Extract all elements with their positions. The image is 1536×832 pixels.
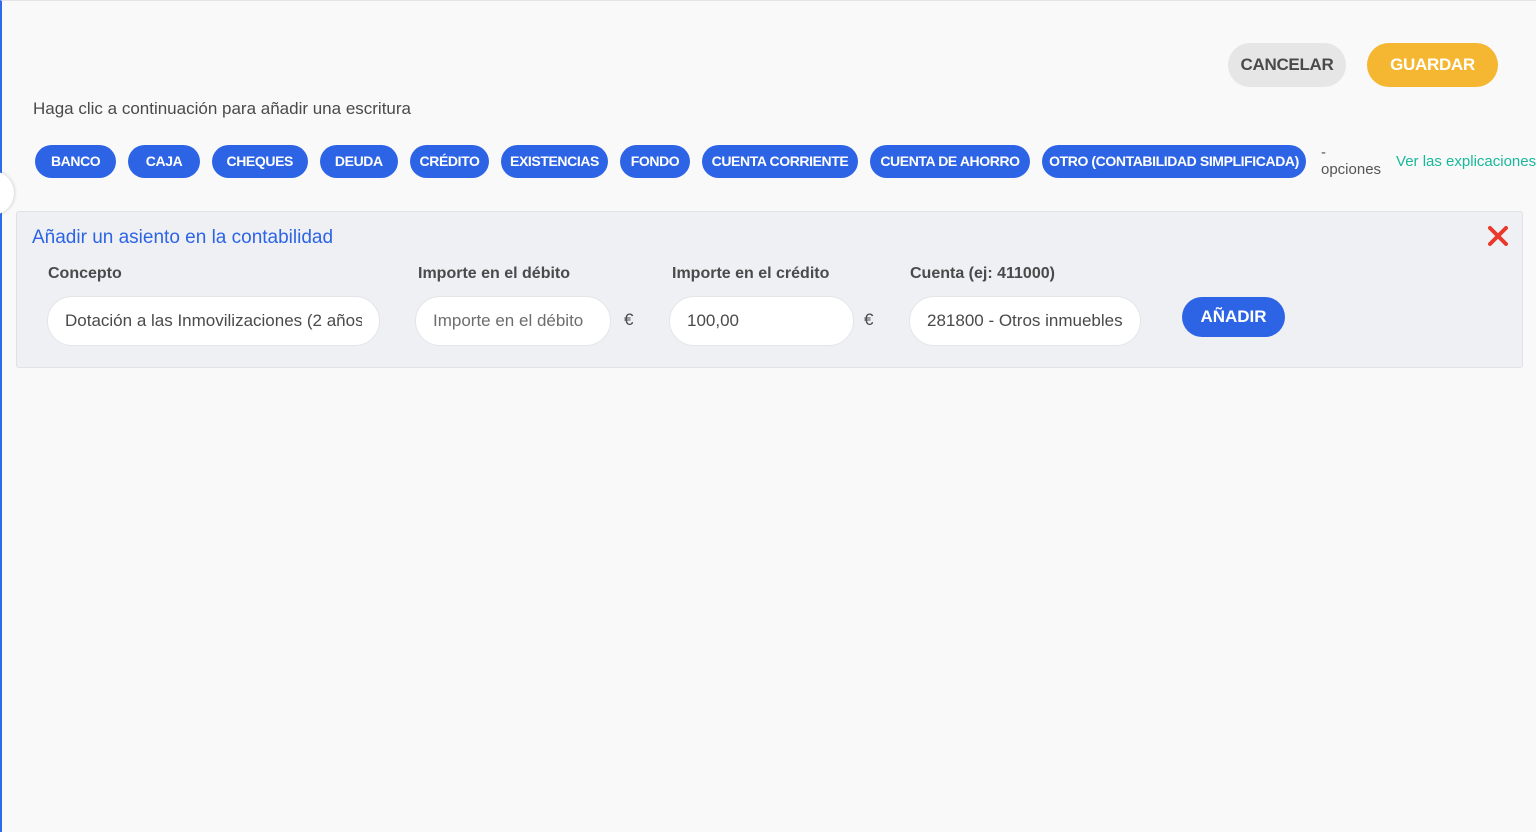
chip-banco[interactable]: BANCO (35, 144, 117, 178)
chip-credito[interactable]: CRÉDITO (410, 144, 489, 178)
concept-input[interactable] (47, 296, 380, 346)
entry-form-panel: Añadir un asiento en la contabilidad Con… (16, 211, 1523, 368)
account-label: Cuenta (ej: 411000) (910, 265, 1055, 282)
add-entry-button[interactable]: AÑADIR (1182, 297, 1285, 337)
entry-form-title: Añadir un asiento en la contabilidad (32, 227, 334, 248)
chip-otro[interactable]: OTRO (CONTABILIDAD SIMPLIFICADA) (1042, 144, 1306, 178)
side-panel-toggle[interactable] (0, 171, 14, 215)
chip-cuenta-corriente[interactable]: CUENTA CORRIENTE (702, 144, 858, 178)
save-button[interactable]: GUARDAR (1367, 43, 1498, 87)
top-actions: CANCELAR GUARDAR (1228, 43, 1498, 87)
close-icon[interactable] (1486, 224, 1510, 248)
explanations-link[interactable]: Ver las explicaciones (1396, 153, 1536, 170)
credit-currency: € (864, 310, 874, 329)
credit-label: Importe en el crédito (672, 265, 830, 282)
chip-existencias[interactable]: EXISTENCIAS (501, 144, 608, 178)
account-input[interactable] (909, 296, 1141, 346)
concept-label: Concepto (48, 265, 122, 282)
credit-input[interactable] (669, 296, 854, 346)
journal-type-chips: BANCO CAJA CHEQUES DEUDA CRÉDITO EXISTEN… (35, 144, 1536, 178)
debit-currency: € (624, 310, 634, 329)
page: CANCELAR GUARDAR Haga clic a continuació… (0, 0, 1536, 832)
chip-caja[interactable]: CAJA (128, 144, 200, 178)
debit-label: Importe en el débito (418, 265, 571, 282)
cancel-button[interactable]: CANCELAR (1228, 43, 1346, 87)
chip-deuda[interactable]: DEUDA (319, 144, 398, 178)
chip-fondo[interactable]: FONDO (620, 144, 690, 178)
chip-cuenta-de-ahorro[interactable]: CUENTA DE AHORRO (870, 144, 1030, 178)
options-text: - opciones (1321, 144, 1382, 178)
chip-cheques[interactable]: CHEQUES (211, 144, 308, 178)
instruction-text: Haga clic a continuación para añadir una… (33, 99, 412, 118)
debit-input[interactable] (415, 296, 611, 346)
